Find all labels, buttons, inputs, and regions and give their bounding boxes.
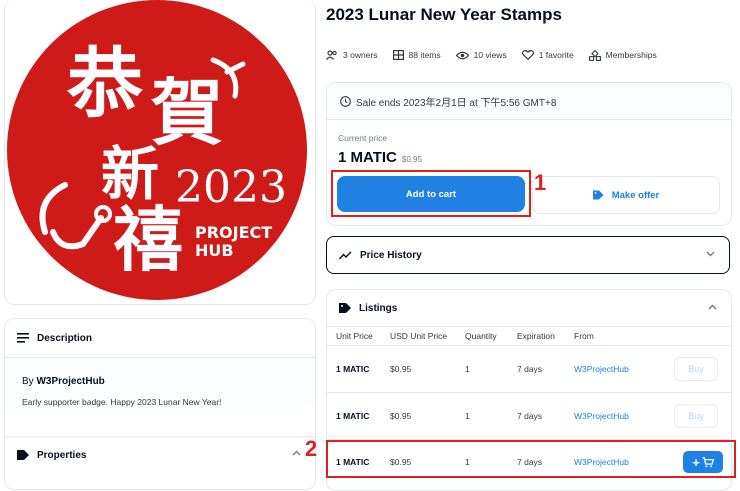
char-gong: 恭 [66, 39, 144, 128]
current-price-usd: $0.95 [401, 155, 422, 164]
page-title: 2023 Lunar New Year Stamps [326, 5, 562, 24]
char-xin: 新 [101, 140, 159, 208]
list-icon [17, 333, 29, 343]
current-price: 1 MATIC [338, 149, 397, 166]
col-unit-price: Unit Price [336, 331, 373, 341]
char-xi: 禧 [113, 199, 183, 281]
tag-icon [339, 303, 351, 313]
badge-hub: HUB [195, 241, 234, 260]
chevron-down-icon [706, 251, 715, 257]
year-text: 2023 [175, 162, 287, 213]
annotation-number-2: 2 [305, 436, 318, 461]
tag-icon [592, 190, 604, 200]
row-price: 1 MATIC [336, 411, 370, 421]
row-price: 1 MATIC [336, 364, 370, 374]
annotation-number-1: 1 [534, 170, 547, 195]
row-usd: $0.95 [390, 364, 412, 374]
chevron-up-icon [292, 450, 301, 456]
price-history-accordion[interactable]: Price History [326, 236, 730, 274]
col-usd-unit-price: USD Unit Price [390, 331, 448, 341]
by-prefix: By [22, 376, 34, 387]
col-quantity: Quantity [465, 331, 497, 341]
nft-image-card[interactable]: 恭 賀 新 2023 禧 PROJECT HUB [4, 0, 316, 305]
char-he: 賀 [151, 71, 223, 155]
make-offer-label: Make offer [611, 189, 660, 201]
sale-ends-text: Sale ends 2023年2月1日 at 下午5:56 GMT+8 [356, 97, 557, 109]
heart-icon [521, 50, 534, 60]
owners-count: 3 owners [343, 50, 378, 60]
nft-image: 恭 賀 新 2023 禧 PROJECT HUB [7, 0, 307, 300]
memberships-stat[interactable]: Memberships [588, 49, 657, 61]
price-row: 1 MATIC $0.95 [338, 149, 422, 166]
make-offer-button[interactable]: Make offer [532, 176, 720, 214]
creator-link[interactable]: W3ProjectHub [36, 376, 104, 387]
row-from-link[interactable]: W3ProjectHub [574, 411, 629, 421]
buy-button[interactable]: Buy [674, 404, 718, 428]
listings-title: Listings [359, 302, 398, 314]
stats-bar: 3 owners 88 items 10 views 1 favorite Me… [326, 48, 672, 62]
items-stat: 88 items [392, 50, 441, 60]
memberships-icon [588, 49, 601, 61]
current-price-label: Current price [338, 133, 388, 143]
col-expiration: Expiration [517, 331, 555, 341]
row-divider [327, 392, 731, 393]
clock-icon [340, 95, 351, 107]
row-expiration: 7 days [517, 364, 543, 374]
trending-icon [339, 251, 352, 259]
properties-header[interactable]: Properties [5, 436, 315, 473]
sale-header: Sale ends 2023年2月1日 at 下午5:56 GMT+8 [327, 83, 731, 120]
price-history-title: Price History [360, 249, 422, 261]
description-text: Early supporter badge. Happy 2023 Lunar … [22, 397, 222, 407]
badge-project: PROJECT [195, 223, 272, 242]
chevron-up-icon [708, 304, 717, 310]
description-title: Description [37, 332, 93, 344]
row-divider [327, 345, 731, 346]
description-header[interactable]: Description [5, 319, 315, 358]
description-card: Description By W3ProjectHub Early suppor… [4, 318, 316, 490]
annotation-box-1 [331, 170, 531, 217]
creator-line: By W3ProjectHub [22, 376, 301, 387]
annotation-box-2 [326, 440, 736, 478]
col-from: From [574, 331, 594, 341]
owners-icon [326, 50, 337, 60]
row-expiration: 7 days [517, 411, 543, 421]
tag-icon [17, 450, 29, 460]
memberships-label: Memberships [605, 50, 657, 60]
description-body: By W3ProjectHub Early supporter badge. H… [5, 358, 315, 407]
listings-header[interactable]: Listings [327, 290, 731, 327]
views-stat: 10 views [455, 50, 507, 60]
owners-stat[interactable]: 3 owners [326, 50, 378, 60]
row-usd: $0.95 [390, 411, 412, 421]
grid-icon [392, 50, 404, 60]
favorite-stat[interactable]: 1 favorite [521, 50, 574, 60]
row-from-link[interactable]: W3ProjectHub [574, 364, 629, 374]
buy-button[interactable]: Buy [674, 357, 718, 381]
items-count: 88 items [408, 50, 441, 60]
favorite-count: 1 favorite [538, 50, 574, 60]
properties-title: Properties [37, 449, 87, 461]
views-count: 10 views [473, 50, 507, 60]
row-qty: 1 [465, 411, 470, 421]
eye-icon [455, 51, 469, 59]
row-qty: 1 [465, 364, 470, 374]
